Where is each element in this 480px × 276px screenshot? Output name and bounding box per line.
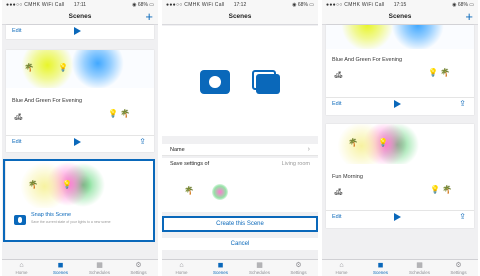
tab-schedules[interactable]: ▦ Schedules: [400, 260, 439, 276]
bulb-blue-icon: 💡: [428, 68, 438, 77]
tab-scenes[interactable]: ◼ Scenes: [361, 260, 400, 276]
scenes-screen-updated: ●●●○○ CMHK WiFi Call 17:15 ◉ 68% ▭ Scene…: [322, 0, 478, 276]
scene-card-actions: Edit: [6, 25, 154, 39]
bulb-blue-icon: 💡: [108, 109, 118, 118]
bulb-icon: [212, 184, 228, 200]
nav-bar: Scenes +: [2, 9, 158, 25]
plant-lamp-icon: 🌴: [440, 68, 450, 77]
scene-card-actions: Edit ⇪: [326, 97, 474, 111]
page-title: Scenes: [388, 13, 412, 20]
house-icon: ⌂: [339, 262, 344, 269]
page-title: Scenes: [228, 13, 252, 20]
camera-large-icon: [200, 70, 230, 94]
tab-schedules[interactable]: ▦ Schedules: [80, 260, 119, 276]
tab-bar: ⌂ Home ◼ Scenes ▦ Schedules ⚙ Settings: [162, 259, 318, 276]
scene-name: Blue And Green For Evening: [12, 98, 83, 104]
calendar-icon: ▦: [96, 262, 103, 269]
scene-card[interactable]: 🌴 💡 Blue And Green For Evening 🛋 💡 🌴 Edi…: [6, 50, 154, 152]
scene-name: Blue And Green For Evening: [332, 57, 403, 63]
play-icon[interactable]: [394, 213, 401, 221]
nav-bar: Scenes: [162, 9, 318, 25]
share-icon[interactable]: ⇪: [139, 137, 146, 146]
table-lamp-icon: 🌴: [184, 186, 194, 195]
name-label: Name: [170, 147, 185, 153]
tab-scenes[interactable]: ◼ Scenes: [41, 260, 80, 276]
camera-icon: ◼: [217, 262, 224, 269]
edit-button[interactable]: Edit: [332, 101, 341, 107]
add-scene-button[interactable]: +: [465, 9, 473, 24]
house-icon: ⌂: [19, 262, 24, 269]
camera-icon: ◼: [57, 262, 64, 269]
camera-icon: ◼: [377, 262, 384, 269]
status-bar: ●●●○○ CMHK WiFi Call 17:12 ◉ 68% ▭: [162, 0, 318, 9]
tab-home[interactable]: ⌂ Home: [2, 260, 41, 276]
scene-thumbnail: 🌴 💡: [6, 50, 154, 88]
page-title: Scenes: [68, 13, 92, 20]
table-lamp-icon: 🌴: [348, 138, 358, 147]
nav-bar: Scenes +: [322, 9, 478, 25]
sofa-icon: 🛋: [14, 114, 23, 121]
scene-thumbnail: 🌴 💡: [326, 124, 474, 164]
create-scene-button[interactable]: Create this Scene: [162, 216, 318, 232]
snap-scene-screen: ●●●○○ CMHK WiFi Call 17:12 ◉ 68% ▭ Scene…: [162, 0, 318, 276]
lights-preview: 🌴: [162, 170, 318, 212]
share-icon[interactable]: ⇪: [459, 99, 466, 108]
tab-scenes[interactable]: ◼ Scenes: [201, 260, 240, 276]
snap-scene-highlight: [3, 159, 155, 242]
scene-name: Fun Morning: [332, 174, 363, 180]
scenes-stack-icon: [252, 70, 280, 94]
scene-card-actions: Edit ⇪: [6, 135, 154, 149]
scene-thumbnail: [326, 25, 474, 49]
house-icon: ⌂: [179, 262, 184, 269]
add-scene-button[interactable]: +: [145, 9, 153, 24]
table-lamp-icon: 🌴: [24, 63, 34, 72]
clock: 17:11: [73, 1, 87, 8]
edit-button[interactable]: Edit: [12, 28, 21, 34]
cancel-button[interactable]: Cancel: [162, 238, 318, 250]
calendar-icon: ▦: [416, 262, 423, 269]
calendar-icon: ▦: [256, 262, 263, 269]
tab-schedules[interactable]: ▦ Schedules: [240, 260, 279, 276]
scenes-screen-list: ●●●○○ CMHK WiFi Call 17:11 ◉ 68% ▭ Scene…: [2, 0, 158, 276]
plant-lamp-icon: 🌴: [120, 109, 130, 118]
save-settings-label: Save settings of: [170, 161, 210, 167]
gear-icon: ⚙: [135, 262, 142, 269]
save-settings-row[interactable]: Save settings of Living room: [162, 158, 318, 170]
sofa-icon: 🛋: [334, 72, 343, 79]
tab-settings[interactable]: ⚙ Settings: [279, 260, 318, 276]
bulb-multicolor-icon: 💡: [430, 185, 440, 194]
clock: 17:12: [233, 1, 247, 8]
bulb-icon: 💡: [58, 63, 68, 72]
tab-bar: ⌂ Home ◼ Scenes ▦ Schedules ⚙ Settings: [2, 259, 158, 276]
bulb-icon: 💡: [378, 138, 388, 147]
room-value: Living room: [281, 161, 310, 167]
edit-button[interactable]: Edit: [332, 214, 341, 220]
chevron-right-icon: ›: [307, 146, 310, 153]
play-icon[interactable]: [394, 100, 401, 108]
scene-card[interactable]: 🌴 💡 Fun Morning 🛋 💡 🌴 Edit ⇪: [326, 124, 474, 228]
play-icon[interactable]: [74, 27, 81, 35]
share-icon[interactable]: ⇪: [459, 212, 466, 221]
status-bar: ●●●○○ CMHK WiFi Call 17:15 ◉ 68% ▭: [322, 0, 478, 9]
tab-settings[interactable]: ⚙ Settings: [439, 260, 478, 276]
scene-card[interactable]: Blue And Green For Evening 🛋 💡 🌴 Edit ⇪: [326, 25, 474, 115]
play-icon[interactable]: [74, 138, 81, 146]
scene-card-actions: Edit ⇪: [326, 210, 474, 224]
tab-bar: ⌂ Home ◼ Scenes ▦ Schedules ⚙ Settings: [322, 259, 478, 276]
tab-home[interactable]: ⌂ Home: [162, 260, 201, 276]
name-row[interactable]: Name ›: [162, 144, 318, 156]
tab-home[interactable]: ⌂ Home: [322, 260, 361, 276]
snap-hero: [162, 26, 318, 136]
edit-button[interactable]: Edit: [12, 139, 21, 145]
tab-settings[interactable]: ⚙ Settings: [119, 260, 158, 276]
scene-card-partial: Edit: [6, 25, 154, 39]
status-bar: ●●●○○ CMHK WiFi Call 17:11 ◉ 68% ▭: [2, 0, 158, 9]
clock: 17:15: [393, 1, 407, 8]
sofa-icon: 🛋: [334, 189, 343, 196]
gear-icon: ⚙: [295, 262, 302, 269]
gear-icon: ⚙: [455, 262, 462, 269]
plant-lamp-icon: 🌴: [442, 185, 452, 194]
